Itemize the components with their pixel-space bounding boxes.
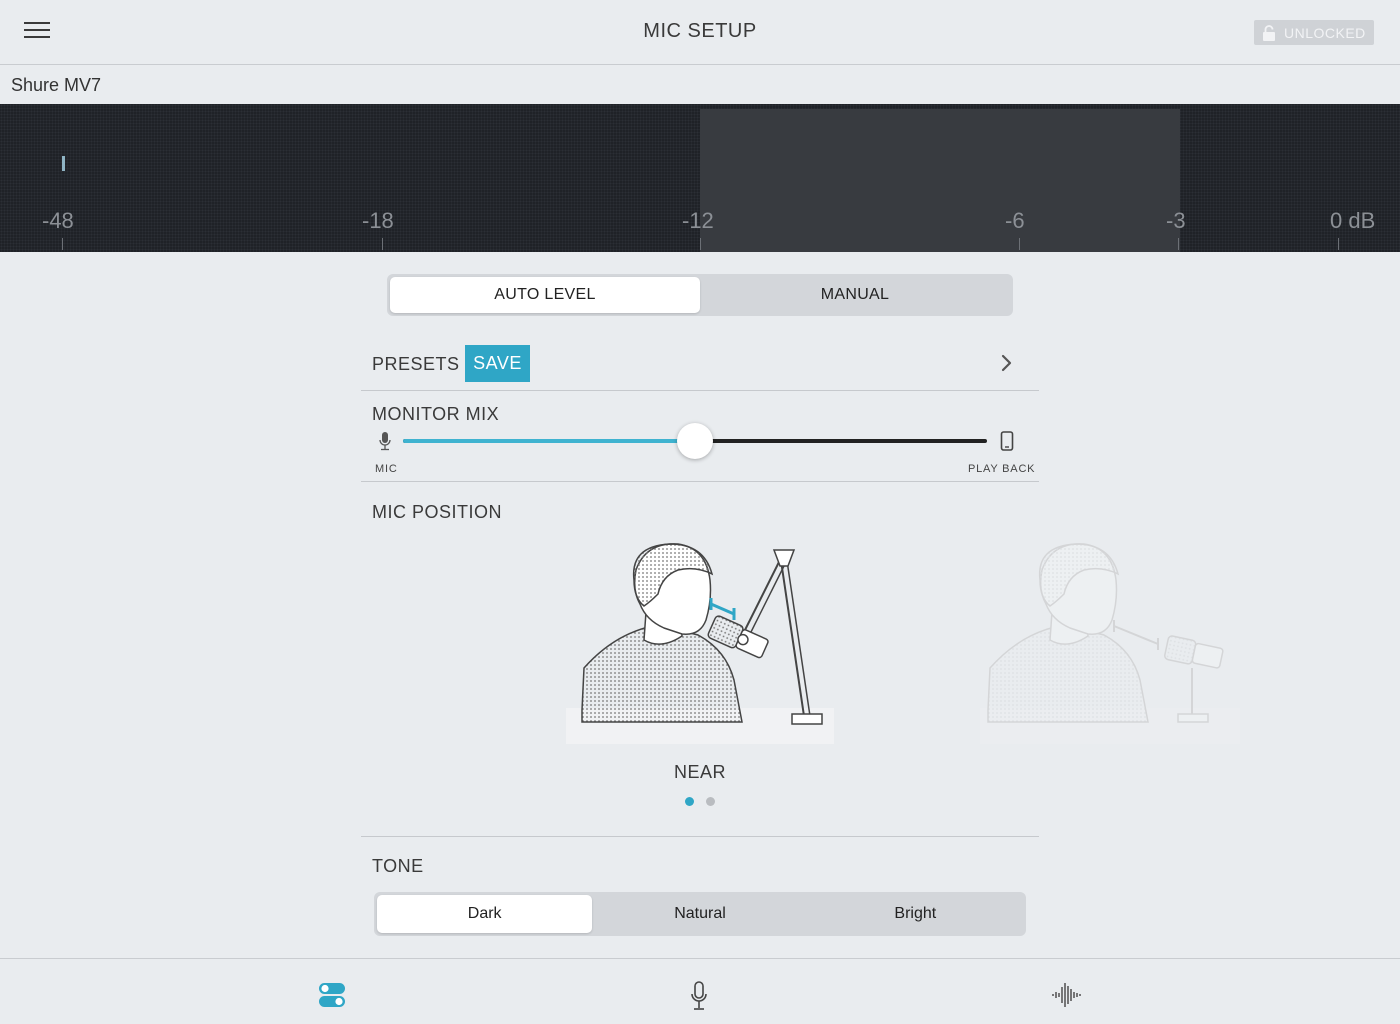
top-bar: MIC SETUP UNLOCKED bbox=[0, 0, 1400, 65]
tone-bright[interactable]: Bright bbox=[808, 895, 1023, 933]
meter-tick bbox=[62, 238, 63, 250]
meter-scale-label: -12 bbox=[682, 208, 714, 233]
lock-label: UNLOCKED bbox=[1284, 24, 1366, 41]
presets-label: PRESETS bbox=[372, 354, 460, 374]
mode-segmented-control: AUTO LEVEL MANUAL bbox=[387, 274, 1013, 316]
monitor-mix-slider-thumb[interactable] bbox=[677, 423, 713, 459]
page-title: MIC SETUP bbox=[643, 20, 757, 42]
mic-position-name: NEAR bbox=[673, 762, 726, 782]
tone-label: TONE bbox=[372, 856, 424, 876]
monitor-mix-left-label: MIC bbox=[375, 463, 398, 475]
meter-scale-label: -18 bbox=[362, 208, 394, 233]
near-position-illustration[interactable] bbox=[566, 540, 834, 744]
monitor-mix-label: MONITOR MIX bbox=[372, 404, 500, 424]
meter-tick bbox=[1019, 238, 1020, 250]
meter-scale-label: -3 bbox=[1166, 208, 1186, 233]
mic-small-icon bbox=[379, 432, 391, 451]
lock-button[interactable]: UNLOCKED bbox=[1254, 20, 1374, 45]
waveform-icon[interactable] bbox=[1051, 981, 1083, 1009]
meter-tick bbox=[382, 238, 383, 250]
toggles-icon[interactable] bbox=[318, 981, 346, 1009]
device-name: Shure MV7 bbox=[11, 75, 102, 95]
meter-tick bbox=[1178, 238, 1179, 250]
meter-scale-label: -48 bbox=[42, 208, 74, 233]
meter-tick bbox=[700, 238, 701, 250]
tone-dark[interactable]: Dark bbox=[377, 895, 593, 933]
meter-tick bbox=[1338, 238, 1339, 250]
page-dot-active[interactable] bbox=[685, 797, 694, 806]
far-position-illustration[interactable] bbox=[980, 540, 1240, 744]
meter-target-zone bbox=[700, 109, 1180, 252]
page-dot[interactable] bbox=[706, 797, 715, 806]
phone-icon bbox=[1000, 431, 1014, 451]
meter-scale-label: -6 bbox=[1005, 208, 1025, 233]
bottom-tab-bar bbox=[0, 958, 1400, 1024]
divider bbox=[361, 390, 1039, 391]
mode-auto-level[interactable]: AUTO LEVEL bbox=[390, 277, 700, 313]
meter-level-indicator bbox=[62, 156, 65, 171]
chevron-right-icon[interactable] bbox=[1000, 354, 1014, 372]
level-meter: -48 -18 -12 -6 -3 0 dB bbox=[0, 104, 1400, 252]
monitor-mix-right-label: PLAY BACK bbox=[968, 463, 1036, 475]
tone-natural[interactable]: Natural bbox=[592, 895, 807, 933]
tone-segmented-control: Dark Natural Bright bbox=[374, 892, 1026, 936]
mic-position-label: MIC POSITION bbox=[372, 502, 503, 522]
divider bbox=[361, 481, 1039, 482]
monitor-mix-slider-fill bbox=[403, 439, 695, 443]
divider bbox=[361, 836, 1039, 837]
microphone-icon[interactable] bbox=[690, 981, 708, 1011]
mode-manual[interactable]: MANUAL bbox=[700, 277, 1010, 313]
meter-scale-label: 0 dB bbox=[1330, 208, 1376, 233]
lock-icon bbox=[1263, 24, 1275, 41]
save-preset-button[interactable]: SAVE bbox=[465, 345, 530, 382]
